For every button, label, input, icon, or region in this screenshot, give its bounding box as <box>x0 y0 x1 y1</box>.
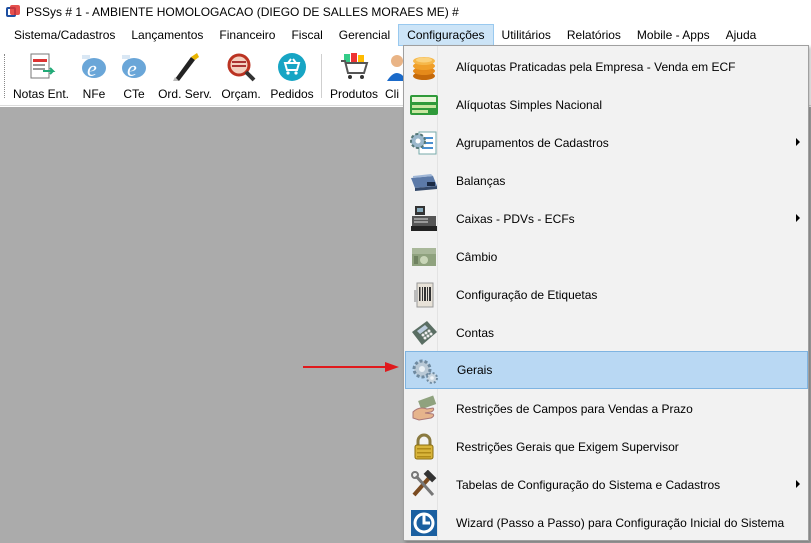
menu-item-label: Contas <box>456 326 495 340</box>
menu-item-config-etiquetas[interactable]: Configuração de Etiquetas <box>405 276 808 314</box>
banknotes-icon <box>409 242 439 272</box>
menu-item-label: Caixas - PDVs - ECFs <box>456 212 575 226</box>
red-arrow-icon <box>303 362 399 372</box>
service-order-icon <box>169 51 201 83</box>
toolbar-pedidos-button[interactable]: Pedidos <box>268 50 316 104</box>
menu-item-label: Balanças <box>456 174 506 188</box>
submenu-arrow-icon <box>796 480 800 488</box>
simples-card-icon <box>409 90 439 120</box>
menu-item-label: Restrições de Campos para Vendas a Prazo <box>456 402 693 416</box>
app-logo-icon <box>6 5 20 19</box>
menu-item-restricoes-supervisor[interactable]: Restrições Gerais que Exigem Supervisor <box>405 428 808 466</box>
menu-lancamentos[interactable]: Lançamentos <box>123 24 211 46</box>
menu-item-label: Agrupamentos de Cadastros <box>456 136 609 150</box>
svg-text:e: e <box>87 56 97 81</box>
menu-item-label: Alíquotas Simples Nacional <box>456 98 603 112</box>
orders-cart-icon <box>276 51 308 83</box>
cte-e-icon: e <box>118 51 150 83</box>
toolbar-nfe-button[interactable]: e NFe <box>76 50 112 104</box>
menu-sistema-cadastros[interactable]: Sistema/Cadastros <box>6 24 123 46</box>
submenu-arrow-icon <box>796 138 800 146</box>
menu-item-label: Configuração de Etiquetas <box>456 288 598 302</box>
products-cart-icon <box>338 51 370 83</box>
menu-item-contas[interactable]: Contas <box>405 314 808 352</box>
menu-item-gerais[interactable]: Gerais <box>405 351 808 389</box>
menu-item-restricoes-vendas-prazo[interactable]: Restrições de Campos para Vendas a Prazo <box>405 390 808 428</box>
menu-item-wizard[interactable]: Wizard (Passo a Passo) para Configuração… <box>405 504 808 542</box>
toolbar-grip[interactable] <box>4 54 7 98</box>
barcode-label-icon <box>409 280 439 310</box>
invoice-entry-icon <box>25 51 57 83</box>
wizard-icon <box>409 508 439 538</box>
toolbar-orcam-button[interactable]: Orçam. <box>218 50 264 104</box>
toolbar-label: CTe <box>123 87 145 101</box>
clients-icon <box>385 51 405 83</box>
toolbar-label: Produtos <box>329 87 379 101</box>
svg-text:e: e <box>127 56 137 81</box>
menu-item-aliquotas-simples[interactable]: Alíquotas Simples Nacional <box>405 86 808 124</box>
toolbar-label: Cli <box>385 87 399 101</box>
menu-item-label: Alíquotas Praticadas pela Empresa - Vend… <box>456 60 736 74</box>
configuracoes-dropdown-menu: Alíquotas Praticadas pela Empresa - Vend… <box>403 45 809 541</box>
menu-item-label: Tabelas de Configuração do Sistema e Cad… <box>456 478 721 492</box>
menu-ajuda[interactable]: Ajuda <box>718 24 765 46</box>
menu-item-label: Wizard (Passo a Passo) para Configuração… <box>456 516 785 530</box>
toolbar-label: Ord. Serv. <box>158 87 212 101</box>
gear-list-icon <box>409 128 439 158</box>
menu-item-caixas-pdvs-ecfs[interactable]: Caixas - PDVs - ECFs <box>405 200 808 238</box>
menu-utilitarios[interactable]: Utilitários <box>494 24 559 46</box>
budget-icon <box>225 51 257 83</box>
toolbar-notas-ent-button[interactable]: Notas Ent. <box>12 50 70 104</box>
menu-bar: Sistema/Cadastros Lançamentos Financeiro… <box>0 24 811 46</box>
menu-gerencial[interactable]: Gerencial <box>331 24 398 46</box>
hand-money-icon <box>409 394 439 424</box>
nfe-e-icon: e <box>78 51 110 83</box>
coins-icon <box>409 52 439 82</box>
menu-item-tabelas-configuracao[interactable]: Tabelas de Configuração do Sistema e Cad… <box>405 466 808 504</box>
toolbar-clientes-button[interactable]: Cli <box>385 50 405 104</box>
menu-configuracoes[interactable]: Configurações <box>398 24 494 46</box>
menu-item-label: Restrições Gerais que Exigem Supervisor <box>456 440 679 454</box>
title-bar: PSSys # 1 - AMBIENTE HOMOLOGACAO (DIEGO … <box>0 0 811 24</box>
toolbar-ord-serv-button[interactable]: Ord. Serv. <box>156 50 214 104</box>
padlock-icon <box>409 432 439 462</box>
toolbar-separator <box>321 54 322 98</box>
pos-terminal-icon <box>409 204 439 234</box>
menu-item-aliquotas-ecf[interactable]: Alíquotas Praticadas pela Empresa - Vend… <box>405 48 808 86</box>
toolbar-label: Notas Ent. <box>12 87 70 101</box>
gears-icon <box>410 356 440 386</box>
calculator-icon <box>409 318 439 348</box>
toolbar-label: Pedidos <box>270 87 314 101</box>
menu-financeiro[interactable]: Financeiro <box>211 24 283 46</box>
menu-item-agrupamentos[interactable]: Agrupamentos de Cadastros <box>405 124 808 162</box>
menu-item-label: Câmbio <box>456 250 498 264</box>
menu-item-cambio[interactable]: Câmbio <box>405 238 808 276</box>
window-title: PSSys # 1 - AMBIENTE HOMOLOGACAO (DIEGO … <box>26 5 459 19</box>
toolbar-cte-button[interactable]: e CTe <box>116 50 152 104</box>
toolbar-label: Orçam. <box>221 87 261 101</box>
hammer-wrench-icon <box>409 469 439 500</box>
menu-mobile-apps[interactable]: Mobile - Apps <box>629 24 718 46</box>
menu-item-label: Gerais <box>457 363 493 377</box>
menu-fiscal[interactable]: Fiscal <box>283 24 330 46</box>
menu-relatorios[interactable]: Relatórios <box>559 24 629 46</box>
toolbar-label: NFe <box>82 87 106 101</box>
submenu-arrow-icon <box>796 214 800 222</box>
menu-item-balancas[interactable]: Balanças <box>405 162 808 200</box>
scale-icon <box>409 166 439 196</box>
toolbar-produtos-button[interactable]: Produtos <box>327 50 381 104</box>
